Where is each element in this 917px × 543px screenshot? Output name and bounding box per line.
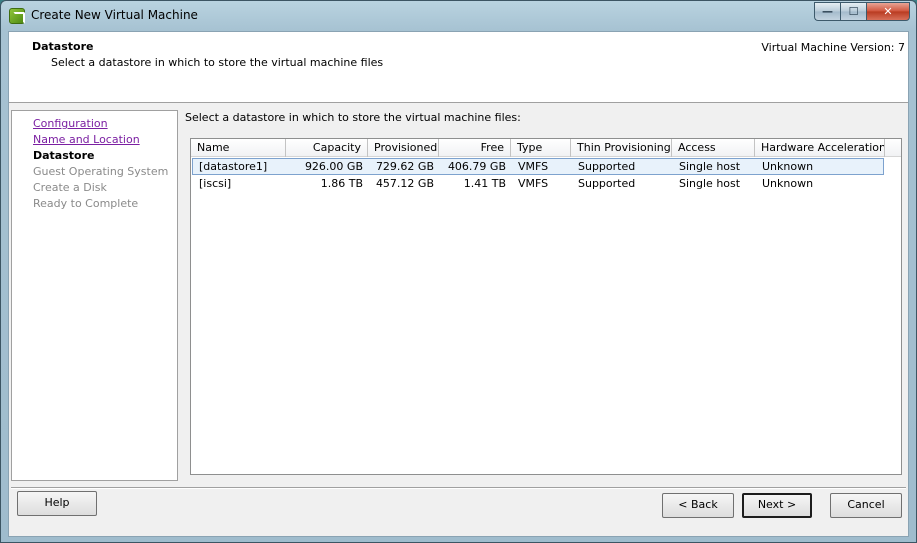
cell-thin-provisioning: Supported (578, 177, 636, 190)
title-bar[interactable]: Create New Virtual Machine — ☐ ✕ (1, 1, 916, 31)
nav-step-guest-os: Guest Operating System (33, 165, 169, 178)
wizard-header: Datastore Select a datastore in which to… (9, 32, 908, 103)
column-header-thin-provisioning[interactable]: Thin Provisioning (571, 139, 672, 157)
nav-step-create-disk: Create a Disk (33, 181, 107, 194)
next-button[interactable]: Next > (742, 493, 812, 518)
nav-step-configuration[interactable]: Configuration (33, 117, 108, 130)
minimize-icon: — (822, 5, 833, 18)
cell-provisioned: 729.62 GB (375, 160, 434, 173)
nav-step-datastore: Datastore (33, 149, 95, 162)
cell-free: 406.79 GB (447, 160, 506, 173)
cell-name: [datastore1] (199, 160, 268, 173)
cell-name: [iscsi] (199, 177, 232, 190)
datastore-list[interactable]: Name Capacity Provisioned Free Type Thin… (190, 138, 902, 475)
table-row[interactable]: [datastore1] 926.00 GB 729.62 GB 406.79 … (192, 158, 884, 175)
vsphere-app-icon (9, 8, 25, 24)
wizard-window: Create New Virtual Machine — ☐ ✕ Datasto… (0, 0, 917, 543)
datastore-instruction: Select a datastore in which to store the… (185, 111, 521, 124)
wizard-steps-nav: Configuration Name and Location Datastor… (11, 110, 178, 481)
maximize-icon: ☐ (848, 5, 859, 18)
cell-thin-provisioning: Supported (578, 160, 636, 173)
column-header-provisioned[interactable]: Provisioned (368, 139, 439, 157)
close-button[interactable]: ✕ (866, 2, 910, 21)
column-header-access[interactable]: Access (672, 139, 755, 157)
cell-access: Single host (679, 160, 741, 173)
cell-access: Single host (679, 177, 741, 190)
column-header-name[interactable]: Name (191, 139, 286, 157)
wizard-client-area: Datastore Select a datastore in which to… (8, 31, 909, 537)
datastore-list-header: Name Capacity Provisioned Free Type Thin… (191, 139, 901, 157)
cell-type: VMFS (518, 160, 549, 173)
close-icon: ✕ (883, 5, 893, 18)
cell-capacity: 926.00 GB (304, 160, 363, 173)
maximize-button[interactable]: ☐ (840, 2, 866, 21)
table-row[interactable]: [iscsi] 1.86 TB 457.12 GB 1.41 TB VMFS S… (192, 176, 884, 193)
column-header-type[interactable]: Type (511, 139, 571, 157)
nav-step-ready-to-complete: Ready to Complete (33, 197, 139, 210)
help-button[interactable]: Help (17, 491, 97, 516)
column-header-capacity[interactable]: Capacity (286, 139, 368, 157)
column-header-hardware-acceleration[interactable]: Hardware Acceleration (755, 139, 885, 157)
cell-hardware-acceleration: Unknown (762, 177, 814, 190)
cancel-button[interactable]: Cancel (830, 493, 902, 518)
column-header-free[interactable]: Free (439, 139, 511, 157)
cell-provisioned: 457.12 GB (375, 177, 434, 190)
step-description: Select a datastore in which to store the… (51, 56, 384, 69)
back-button[interactable]: < Back (662, 493, 734, 518)
cell-capacity: 1.86 TB (320, 177, 363, 190)
minimize-button[interactable]: — (814, 2, 840, 21)
window-controls: — ☐ ✕ (814, 2, 910, 21)
step-title: Datastore (32, 40, 94, 53)
footer-divider (11, 487, 906, 489)
cell-free: 1.41 TB (463, 177, 506, 190)
vm-version-label: Virtual Machine Version: 7 (761, 41, 905, 54)
nav-step-name-and-location[interactable]: Name and Location (33, 133, 140, 146)
window-title: Create New Virtual Machine (31, 8, 198, 22)
cell-type: VMFS (518, 177, 549, 190)
cell-hardware-acceleration: Unknown (762, 160, 814, 173)
